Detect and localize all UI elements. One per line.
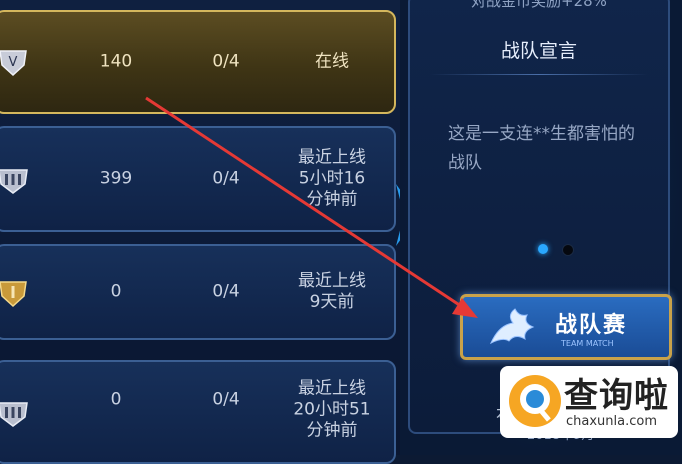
- reward-text: 对战金币奖励+28%: [471, 0, 607, 10]
- member-progress: 0/4: [212, 51, 240, 72]
- member-status: 最近上线 20小时51 分钟前: [293, 378, 371, 441]
- watermark-url: chaxunla.com: [566, 414, 657, 429]
- member-status: 在线: [315, 51, 349, 72]
- rank-i-gold-badge-icon: [0, 281, 27, 308]
- svg-text:V: V: [9, 55, 18, 70]
- member-score: 0: [110, 281, 122, 302]
- pager-dot-active[interactable]: [538, 244, 548, 254]
- team-match-sub: TEAM MATCH: [561, 339, 614, 348]
- member-score: 399: [99, 168, 133, 189]
- dragon-icon: [489, 308, 535, 345]
- member-score: 0: [110, 389, 122, 410]
- page-title: 战队宣言: [500, 40, 577, 62]
- team-match-label: 战队赛: [555, 313, 628, 338]
- member-list: V 140 0/4 在线 399 0/4 最近上线 5小时16 分钟前 0 0/…: [0, 0, 400, 464]
- rank-v-badge-icon: V: [0, 50, 27, 77]
- member-progress: 0/4: [212, 168, 240, 189]
- watermark: 查询啦 chaxunla.com: [500, 366, 678, 438]
- member-row-4[interactable]: 0 0/4 最近上线 20小时51 分钟前: [0, 360, 396, 464]
- rank-iii-badge-icon: [0, 169, 28, 194]
- watermark-name: 查询啦: [564, 376, 669, 416]
- pager-dot[interactable]: [562, 244, 574, 256]
- member-row-2[interactable]: 399 0/4 最近上线 5小时16 分钟前: [0, 126, 396, 232]
- member-row-1[interactable]: V 140 0/4 在线: [0, 10, 396, 114]
- title-divider: [430, 74, 648, 75]
- member-status: 最近上线 9天前: [298, 271, 366, 312]
- member-status: 最近上线 5小时16 分钟前: [298, 147, 366, 210]
- member-progress: 0/4: [212, 389, 240, 410]
- member-score: 140: [99, 51, 133, 72]
- team-declaration-text: 这是一支连**生都害怕的战队: [448, 124, 635, 173]
- member-row-3[interactable]: 0 0/4 最近上线 9天前: [0, 244, 396, 340]
- chaxunla-logo-icon: [509, 375, 561, 427]
- rank-iii-badge-icon: [0, 402, 28, 427]
- team-match-button[interactable]: 战队赛 TEAM MATCH: [460, 294, 672, 360]
- member-progress: 0/4: [212, 281, 240, 302]
